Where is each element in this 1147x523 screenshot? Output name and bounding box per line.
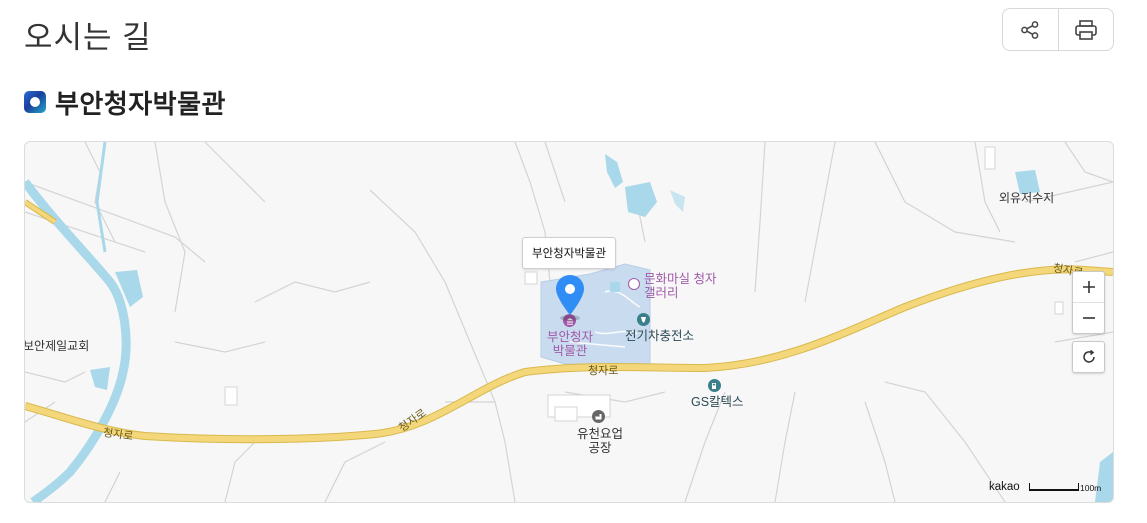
action-group — [1002, 8, 1114, 51]
refresh-icon — [1082, 349, 1095, 363]
location-marker[interactable] — [554, 273, 586, 326]
gallery-icon — [628, 278, 640, 290]
scale-label: 100m — [1080, 483, 1102, 493]
zoom-out-button[interactable] — [1073, 302, 1104, 333]
place-label-gallery: 문화마실 청자 갤러리 — [644, 272, 717, 300]
print-icon — [1074, 19, 1097, 40]
place-icon — [24, 91, 46, 113]
section-title: 부안청자박물관 — [55, 88, 226, 119]
scale-bar — [1029, 483, 1079, 491]
map-reset-button[interactable] — [1072, 341, 1105, 373]
place-label-factory: 유천요업 공장 — [577, 427, 624, 455]
marker-tooltip[interactable]: 부안청자박물관 — [522, 237, 617, 269]
page-title: 오시는 길 — [24, 20, 152, 55]
map-brand-logo: kakao — [989, 481, 1020, 493]
print-button[interactable] — [1057, 9, 1114, 50]
zoom-control — [1072, 271, 1105, 334]
place-label-gas-station: GS칼텍스 — [691, 395, 744, 409]
place-label-ev-station: 전기차충전소 — [625, 329, 695, 343]
ev-station-icon — [637, 313, 650, 326]
share-button[interactable] — [1003, 9, 1058, 50]
minus-icon — [1082, 317, 1095, 319]
road-label: 청자로 — [588, 365, 619, 377]
place-label-reservoir: 외유저수지 — [999, 191, 1055, 205]
place-label-church: 보안제일교회 — [24, 339, 90, 353]
place-label-museum: 부안청자 박물관 — [547, 330, 594, 358]
share-icon — [1021, 20, 1039, 39]
factory-icon — [592, 410, 605, 423]
gas-station-icon — [708, 379, 721, 392]
map-view[interactable]: 청자로 청자로 청자로 청자로 외유저수지 보안제일교회 문화마실 청자 갤러리… — [24, 141, 1114, 503]
location-pin-icon — [556, 275, 584, 321]
plus-icon — [1082, 281, 1095, 293]
section-heading: 부안청자박물관 — [24, 84, 226, 120]
zoom-in-button[interactable] — [1073, 272, 1104, 302]
